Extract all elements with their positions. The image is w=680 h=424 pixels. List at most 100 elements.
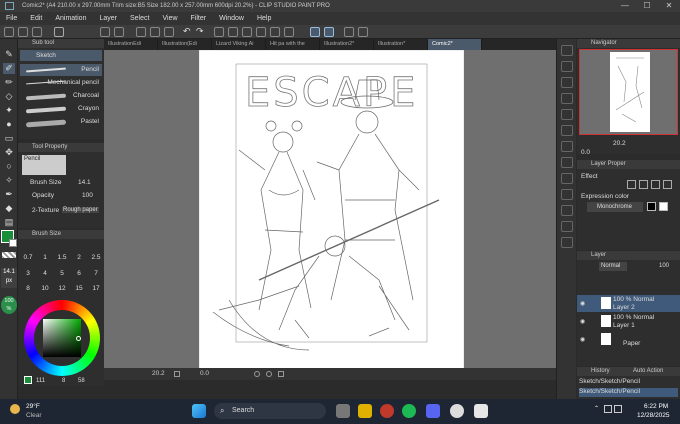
menu-help[interactable]: Help (257, 15, 271, 22)
menu-file[interactable]: File (6, 15, 17, 22)
pen-icon[interactable]: ✎ (3, 49, 15, 60)
menu-select[interactable]: Select (130, 15, 149, 22)
new-file-icon[interactable] (4, 27, 14, 37)
menu-window[interactable]: Window (219, 15, 244, 22)
copy-icon[interactable] (150, 27, 160, 37)
brush-size-preset[interactable]: 2 (72, 254, 86, 261)
doc-tab[interactable]: Illustration* (374, 39, 428, 50)
approximate-color-icon[interactable] (561, 205, 573, 216)
export-icon[interactable] (54, 27, 64, 37)
clip-studio-taskbar-icon[interactable] (474, 404, 488, 418)
item-bank-icon[interactable] (561, 237, 573, 248)
canvas-paper[interactable]: ESCAPE (198, 49, 465, 371)
black-swatch[interactable] (647, 202, 656, 211)
task-view-icon[interactable] (336, 404, 350, 418)
history-item-current[interactable]: Sketch/Sketch/Pencil (579, 388, 678, 397)
auto-action-tab[interactable]: Auto Action (633, 367, 663, 376)
effect-icon-2[interactable] (639, 180, 648, 189)
grid-icon[interactable] (256, 27, 266, 37)
info-icon[interactable] (561, 77, 573, 88)
eye-icon[interactable]: ◉ (580, 300, 585, 307)
rotate-icon[interactable] (254, 371, 260, 377)
fill-icon[interactable] (242, 27, 252, 37)
quick-access-icon[interactable] (561, 141, 573, 152)
layer-row-layer-1[interactable]: ◉ 100 % Normal Layer 1 (577, 313, 680, 330)
sub-tool-group-sketch[interactable]: Sketch (20, 50, 102, 61)
menu-animation[interactable]: Animation (55, 15, 86, 22)
fill-bucket-icon[interactable]: ◆ (3, 203, 15, 214)
white-swatch[interactable] (659, 202, 668, 211)
steam-icon[interactable] (450, 404, 464, 418)
undo-icon[interactable]: ↶ (183, 26, 191, 37)
brush-size-value[interactable]: 14.1 (78, 179, 91, 186)
effect-icon-3[interactable] (651, 180, 660, 189)
flip-icon[interactable] (278, 371, 284, 377)
opacity-row[interactable]: Opacity 100 (20, 192, 102, 202)
save-icon[interactable] (32, 27, 42, 37)
navigator-zoom[interactable]: 20.2 (613, 140, 626, 147)
weather-moon-icon[interactable] (10, 404, 20, 414)
brush-size-preset[interactable]: 0.7 (21, 254, 35, 261)
menu-layer[interactable]: Layer (99, 15, 117, 22)
layer-row-layer-2[interactable]: ◉ 100 % Normal Layer 2 (577, 295, 680, 312)
menu-edit[interactable]: Edit (30, 15, 42, 22)
color-set-icon[interactable] (561, 173, 573, 184)
brush-size-row[interactable]: Brush Size 14.1 (20, 179, 102, 189)
lasso-icon[interactable]: ○ (3, 161, 15, 172)
clock-time[interactable]: 6:22 PM (644, 403, 668, 410)
layer-opacity-value[interactable]: 100 (659, 263, 669, 269)
menu-view[interactable]: View (162, 15, 177, 22)
brush-size-preset[interactable]: 7 (89, 270, 103, 277)
tray-chevron-icon[interactable]: ⌃ (594, 405, 599, 412)
brush-size-preset[interactable]: 17 (89, 285, 103, 292)
brush-size-preset[interactable]: 10 (38, 285, 52, 292)
brush-size-preset[interactable]: 6 (72, 270, 86, 277)
windows-start-icon[interactable] (192, 404, 206, 418)
minimize-button[interactable]: — (615, 0, 635, 12)
wand-icon[interactable]: ✧ (3, 175, 15, 186)
menu-filter[interactable]: Filter (191, 15, 207, 22)
snap-icon[interactable] (324, 27, 334, 37)
trash-icon[interactable] (136, 27, 146, 37)
close-button[interactable]: ✕ (659, 0, 679, 12)
move-icon[interactable]: ✥ (3, 147, 15, 158)
brush-size-preset[interactable]: 12 (55, 285, 69, 292)
layer-row-paper[interactable]: ◉ Paper (577, 331, 680, 348)
redo-icon[interactable]: ↷ (196, 26, 204, 37)
brush-item-pastel[interactable]: Pastel (20, 116, 102, 128)
reset-rotate-icon[interactable] (266, 371, 272, 377)
intermediate-color-icon[interactable] (561, 189, 573, 200)
expression-color-select[interactable]: Monochrome (587, 202, 643, 212)
brush-item-pencil[interactable]: Pencil (20, 64, 102, 76)
doc-tab[interactable]: Illustration(Edi (158, 39, 212, 50)
brush-size-preset[interactable]: 8 (21, 285, 35, 292)
zoom-in-icon[interactable] (174, 371, 180, 377)
zoom-value[interactable]: 20.2 (152, 370, 165, 377)
eye-icon[interactable]: ◉ (580, 318, 585, 325)
transparent-color-icon[interactable] (2, 252, 16, 258)
history-item[interactable]: Sketch/Sketch/Pencil (579, 378, 678, 387)
navigator-icon[interactable] (561, 45, 573, 56)
brush-icon[interactable]: ✏ (3, 77, 15, 88)
brush-size-preset[interactable]: 1 (38, 254, 52, 261)
color-history-icon[interactable] (561, 157, 573, 168)
weather-temp[interactable]: 29°F (26, 403, 40, 410)
blend-icon[interactable]: ● (3, 119, 15, 130)
brush-size-preset[interactable]: 1.5 (55, 254, 69, 261)
effect-icon-1[interactable] (627, 180, 636, 189)
sub-color-swatch[interactable] (9, 239, 17, 247)
doc-tab[interactable]: Hit pa with the (266, 39, 320, 50)
doc-tab[interactable]: Illustration2* (320, 39, 374, 50)
subview-icon[interactable] (561, 61, 573, 72)
material-icon[interactable] (561, 125, 573, 136)
maximize-button[interactable]: ☐ (637, 0, 657, 12)
figure-icon[interactable]: ▭ (3, 133, 15, 144)
eraser-icon[interactable]: ◇ (3, 91, 15, 102)
pencil-tool-icon[interactable]: ✐ (3, 63, 15, 74)
brush-size-preset[interactable]: 2.5 (89, 254, 103, 261)
transform-icon[interactable] (214, 27, 224, 37)
doc-tab[interactable]: Lizard Viking Ai (212, 39, 266, 50)
snap-ruler-icon[interactable] (344, 27, 354, 37)
opacity-value[interactable]: 100 (82, 192, 93, 199)
paste-icon[interactable] (164, 27, 174, 37)
